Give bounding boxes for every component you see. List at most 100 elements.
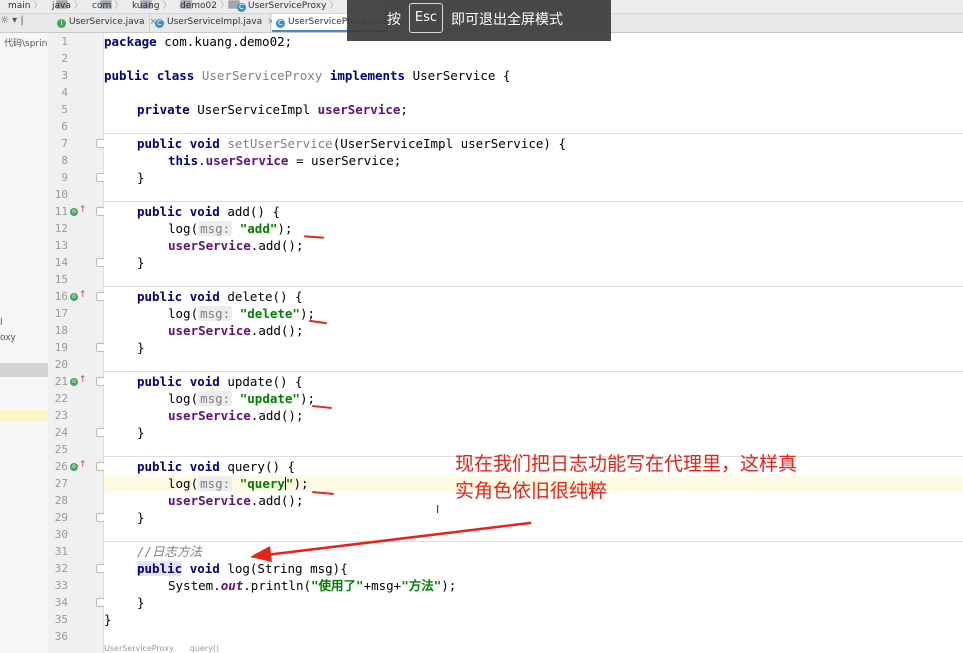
esc-key-badge: Esc bbox=[409, 3, 443, 33]
red-pen-mark bbox=[303, 235, 325, 239]
line-number: 34 bbox=[54, 596, 68, 609]
editor-status-breadcrumb: UserServiceProxy query() bbox=[104, 644, 963, 653]
method-separator bbox=[104, 133, 963, 134]
arrow-up-icon: ↑ bbox=[79, 375, 87, 385]
line-number: 16 bbox=[54, 290, 68, 303]
code-line-27: log(msg: "query"); bbox=[168, 476, 309, 491]
line-number: 18 bbox=[54, 324, 68, 337]
breadcrumb-demo02[interactable]: demo02 〉 bbox=[180, 0, 240, 13]
line-number: 36 bbox=[54, 630, 68, 643]
line-number: 26 bbox=[54, 460, 68, 473]
code-line-19: } bbox=[137, 340, 145, 355]
breadcrumb-main[interactable]: main 〉 bbox=[8, 0, 68, 13]
arrow-up-icon: ↑ bbox=[79, 290, 87, 300]
parameter-hint: msg: bbox=[198, 391, 233, 406]
arrow-up-icon: ↑ bbox=[79, 460, 87, 470]
method-separator bbox=[104, 371, 963, 372]
class-icon: C bbox=[237, 3, 246, 12]
line-number: 10 bbox=[54, 188, 68, 201]
annotation-note: 现在我们把日志功能写在代理里，这样真实角色依旧很纯粹 bbox=[455, 453, 798, 502]
line-number: 14 bbox=[54, 256, 68, 269]
line-number: 27 bbox=[54, 477, 68, 490]
line-number: 12 bbox=[54, 222, 68, 235]
project-tree-item-proxy[interactable]: oxy bbox=[0, 333, 16, 343]
project-tree-item[interactable]: l bbox=[0, 318, 3, 328]
line-number: 22 bbox=[54, 392, 68, 405]
line-number: 6 bbox=[61, 120, 68, 133]
line-number: 24 bbox=[54, 426, 68, 439]
code-line-26: public void query() { bbox=[137, 459, 296, 474]
line-number: 7 bbox=[61, 137, 68, 150]
toast-message: 即可退出全屏模式 bbox=[451, 12, 563, 28]
line-number: 4 bbox=[61, 86, 68, 99]
red-pen-mark bbox=[308, 319, 328, 325]
line-number: 35 bbox=[54, 613, 68, 626]
code-line-21: public void update() { bbox=[137, 374, 303, 389]
override-icon[interactable]: o bbox=[70, 378, 78, 386]
override-icon[interactable]: o bbox=[70, 463, 78, 471]
line-number: 29 bbox=[54, 511, 68, 524]
line-number: 5 bbox=[61, 103, 68, 116]
gear-icon[interactable]: ☼ ▾ | bbox=[0, 15, 24, 26]
arrow-up-icon: ↑ bbox=[79, 205, 87, 215]
breadcrumb-class[interactable]: C UserServiceProxy 〉 bbox=[237, 0, 338, 13]
code-line-5: private UserServiceImpl userService; bbox=[137, 102, 408, 117]
line-number: 19 bbox=[54, 341, 68, 354]
code-line-34: } bbox=[137, 595, 145, 610]
code-line-8: this.userService = userService; bbox=[168, 153, 402, 168]
red-pen-mark bbox=[311, 404, 333, 410]
line-number: 21 bbox=[54, 375, 68, 388]
line-number: 15 bbox=[54, 273, 68, 286]
code-line-24: } bbox=[137, 425, 145, 440]
project-toolbar[interactable]: ☼ ▾ | bbox=[0, 15, 48, 32]
override-icon[interactable]: o bbox=[70, 293, 78, 301]
tab-userservice[interactable]: I UserService.java × bbox=[53, 14, 157, 32]
line-number: 32 bbox=[54, 562, 68, 575]
project-tree-highlight bbox=[0, 410, 48, 422]
line-number: 23 bbox=[54, 409, 68, 422]
code-line-17: log(msg: "delete"); bbox=[168, 306, 316, 321]
breadcrumb-kuang[interactable]: kuang 〉 bbox=[132, 0, 192, 13]
code-line-7: public void setUserService(UserServiceIm… bbox=[137, 136, 566, 151]
code-line-23: userService.add(); bbox=[168, 408, 304, 423]
tab-userserviceimpl[interactable]: C UserServiceImpl.java × bbox=[151, 14, 275, 32]
breadcrumb-java[interactable]: java 〉 bbox=[52, 0, 112, 13]
line-number: 17 bbox=[54, 307, 68, 320]
code-line-11: public void add() { bbox=[137, 204, 281, 219]
code-line-35: } bbox=[104, 612, 112, 627]
line-number: 9 bbox=[61, 171, 68, 184]
parameter-hint: msg: bbox=[198, 306, 233, 321]
line-number: 2 bbox=[61, 52, 68, 65]
fullscreen-exit-toast: 按 Esc 即可退出全屏模式 bbox=[347, 0, 611, 41]
code-line-3: public class UserServiceProxy implements… bbox=[104, 68, 511, 83]
text-cursor-icon: I bbox=[436, 503, 440, 516]
override-icon[interactable]: o bbox=[70, 208, 78, 216]
line-number: 3 bbox=[61, 69, 68, 82]
line-number: 11 bbox=[54, 205, 68, 218]
line-number: 31 bbox=[54, 545, 68, 558]
line-number: 1 bbox=[61, 35, 68, 48]
line-number: 28 bbox=[54, 494, 68, 507]
project-panel: 代码\sprin l oxy bbox=[0, 33, 49, 653]
line-number: 25 bbox=[54, 443, 68, 456]
project-tree-selected[interactable] bbox=[0, 363, 48, 377]
line-number: 20 bbox=[54, 358, 68, 371]
code-line-29: } bbox=[137, 510, 145, 525]
parameter-hint: msg: bbox=[198, 221, 233, 236]
code-line-1: package com.kuang.demo02; bbox=[104, 34, 293, 49]
annotation-arrow bbox=[250, 521, 532, 562]
editor-gutter: o ↑ o ↑ o ↑ o ↑ 1 2 3 4 5 6 7 8 9 10 11 12 13 14 15 16 17 18 1… bbox=[48, 33, 119, 653]
line-number: 13 bbox=[54, 239, 68, 252]
code-line-33: System.out.println("使用了"+msg+"方法"); bbox=[168, 578, 457, 593]
status-method-name[interactable]: query() bbox=[190, 644, 219, 653]
method-separator bbox=[104, 286, 963, 287]
code-line-9: } bbox=[137, 170, 145, 185]
toast-press-label: 按 bbox=[387, 12, 401, 28]
code-line-22: log(msg: "update"); bbox=[168, 391, 316, 406]
class-icon: C bbox=[276, 19, 285, 28]
method-separator bbox=[104, 201, 963, 202]
status-class-name[interactable]: UserServiceProxy bbox=[104, 644, 174, 653]
class-icon: C bbox=[155, 19, 164, 28]
breadcrumb-com[interactable]: com 〉 bbox=[92, 0, 152, 13]
code-line-12: log(msg: "add"); bbox=[168, 221, 293, 236]
